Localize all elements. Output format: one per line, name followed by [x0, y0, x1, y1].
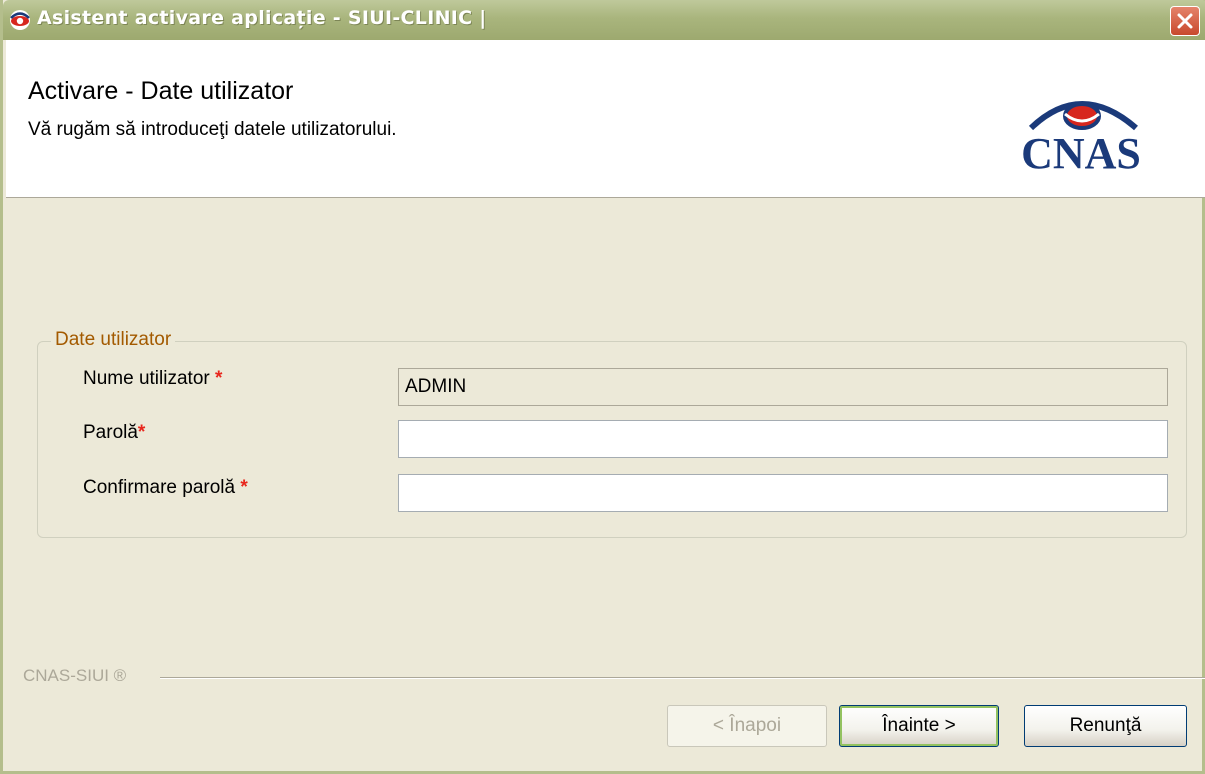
title-bar[interactable]: Asistent activare aplicație - SIUI-CLINI…: [3, 0, 1205, 40]
password-field[interactable]: [398, 420, 1168, 458]
wizard-header: Activare - Date utilizator Vă rugăm să i…: [6, 40, 1205, 198]
required-mark: *: [240, 477, 248, 498]
cancel-button[interactable]: Renunţă: [1024, 705, 1187, 747]
app-icon: [9, 9, 31, 31]
username-label: Nume utilizator *: [83, 368, 223, 389]
confirm-password-field[interactable]: [398, 474, 1168, 512]
next-button[interactable]: Înainte >: [839, 705, 999, 747]
close-icon: [1177, 13, 1193, 29]
group-label: Date utilizator: [51, 329, 176, 351]
password-label: Parolă*: [83, 422, 146, 443]
footer-label: CNAS-SIUI ®: [23, 666, 127, 685]
page-title: Activare - Date utilizator: [28, 77, 294, 105]
required-mark: *: [137, 422, 146, 443]
required-mark: *: [215, 368, 223, 389]
svg-text:CNAS: CNAS: [1021, 129, 1141, 178]
close-button[interactable]: [1170, 6, 1200, 36]
window-title: Asistent activare aplicație - SIUI-CLINI…: [37, 7, 487, 29]
page-subtitle: Vă rugăm să introduceţi datele utilizato…: [28, 119, 397, 140]
footer-divider: [160, 677, 1205, 679]
cnas-logo: CNAS: [1021, 101, 1141, 178]
confirm-password-label: Confirmare parolă *: [83, 477, 248, 498]
back-button[interactable]: < Înapoi: [667, 705, 827, 747]
username-field[interactable]: [398, 368, 1168, 406]
activation-wizard-window: Asistent activare aplicație - SIUI-CLINI…: [0, 0, 1205, 774]
